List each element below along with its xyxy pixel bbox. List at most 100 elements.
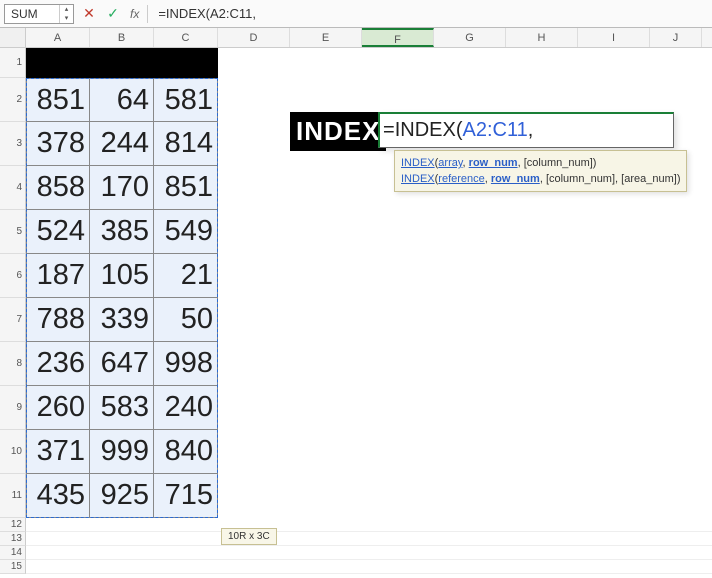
- cell[interactable]: 581: [154, 78, 218, 122]
- select-all-corner[interactable]: [0, 28, 26, 47]
- cell[interactable]: 851: [154, 166, 218, 210]
- cell[interactable]: 50: [154, 298, 218, 342]
- cell[interactable]: 998: [154, 342, 218, 386]
- cell[interactable]: 549: [154, 210, 218, 254]
- stepper-up-icon[interactable]: ▴: [60, 5, 73, 14]
- empty-row[interactable]: [26, 546, 712, 560]
- col-header-B[interactable]: B: [90, 28, 154, 47]
- cell[interactable]: 240: [154, 386, 218, 430]
- row-header-11[interactable]: 11: [0, 474, 26, 518]
- cell[interactable]: 814: [154, 122, 218, 166]
- cell[interactable]: 371: [26, 430, 90, 474]
- col-header-A[interactable]: A: [26, 28, 90, 47]
- tooltip-arg: [area_num]: [621, 173, 677, 185]
- cell[interactable]: 435: [26, 474, 90, 518]
- row-header-4[interactable]: 4: [0, 166, 26, 210]
- name-box-value: SUM: [11, 7, 38, 21]
- row-header-14[interactable]: 14: [0, 546, 26, 560]
- col-header-I[interactable]: I: [578, 28, 650, 47]
- formula-text: =: [383, 119, 395, 142]
- tooltip-arg-current[interactable]: row_num: [491, 173, 540, 185]
- table-row: 435925715: [26, 474, 218, 518]
- cell[interactable]: 244: [90, 122, 154, 166]
- name-box-stepper[interactable]: ▴ ▾: [59, 5, 73, 23]
- cell[interactable]: 647: [90, 342, 154, 386]
- tooltip-fn-link[interactable]: INDEX: [401, 173, 435, 185]
- cell[interactable]: 187: [26, 254, 90, 298]
- col-header-F[interactable]: F: [362, 28, 434, 47]
- header-fill: [26, 48, 218, 78]
- name-box[interactable]: SUM ▴ ▾: [4, 4, 74, 24]
- cell[interactable]: 840: [154, 430, 218, 474]
- row-header-12[interactable]: 12: [0, 518, 26, 532]
- cell[interactable]: 378: [26, 122, 90, 166]
- cell[interactable]: 385: [90, 210, 154, 254]
- tooltip-arg: [column_num]: [524, 157, 593, 169]
- spreadsheet-grid: A B C D E F G H I J 1 2 3 4 5 6 7 8 9 10…: [0, 28, 712, 578]
- cell[interactable]: 583: [90, 386, 154, 430]
- cancel-icon: ✕: [83, 5, 95, 22]
- formula-text: (: [456, 119, 463, 142]
- cell[interactable]: 170: [90, 166, 154, 210]
- cell[interactable]: 858: [26, 166, 90, 210]
- formula-bar: SUM ▴ ▾ ✕ ✓ fx =INDEX(A2:C11,: [0, 0, 712, 28]
- cell[interactable]: 788: [26, 298, 90, 342]
- table-row: 378244814: [26, 122, 218, 166]
- tooltip-fn-link[interactable]: INDEX: [401, 157, 435, 169]
- cell[interactable]: 105: [90, 254, 154, 298]
- col-header-G[interactable]: G: [434, 28, 506, 47]
- row-header-10[interactable]: 10: [0, 430, 26, 474]
- divider: [147, 5, 148, 23]
- col-header-J[interactable]: J: [650, 28, 702, 47]
- tooltip-line: INDEX(array, row_num, [column_num]): [401, 155, 680, 171]
- cell[interactable]: 524: [26, 210, 90, 254]
- cell[interactable]: 339: [90, 298, 154, 342]
- row-header-5[interactable]: 5: [0, 210, 26, 254]
- accept-formula-button[interactable]: ✓: [104, 5, 122, 23]
- formula-input[interactable]: =INDEX(A2:C11,: [154, 6, 708, 21]
- row-header-6[interactable]: 6: [0, 254, 26, 298]
- tooltip-arg[interactable]: array: [438, 157, 462, 169]
- col-header-H[interactable]: H: [506, 28, 578, 47]
- table-row: 371999840: [26, 430, 218, 474]
- function-tooltip: INDEX(array, row_num, [column_num]) INDE…: [394, 150, 687, 192]
- cell[interactable]: 851: [26, 78, 90, 122]
- col-header-E[interactable]: E: [290, 28, 362, 47]
- table-row: 524385549: [26, 210, 218, 254]
- cell[interactable]: 925: [90, 474, 154, 518]
- cancel-formula-button[interactable]: ✕: [80, 5, 98, 23]
- row-header-8[interactable]: 8: [0, 342, 26, 386]
- index-badge: INDEX: [290, 112, 386, 151]
- row-header-1[interactable]: 1: [0, 48, 26, 78]
- column-header-row: A B C D E F G H I J: [0, 28, 712, 48]
- active-cell-formula[interactable]: =INDEX(A2:C11,: [378, 112, 674, 148]
- cell[interactable]: 715: [154, 474, 218, 518]
- check-icon: ✓: [107, 5, 119, 22]
- cell[interactable]: 260: [26, 386, 90, 430]
- row-header-15[interactable]: 15: [0, 560, 26, 574]
- formula-range-ref: A2:C11: [462, 119, 527, 142]
- empty-row[interactable]: [26, 532, 712, 546]
- data-table: 85164581 378244814 858170851 524385549 1…: [26, 78, 218, 518]
- selection-size-tooltip: 10R x 3C: [221, 528, 277, 545]
- tooltip-arg-current[interactable]: row_num: [469, 157, 518, 169]
- col-header-C[interactable]: C: [154, 28, 218, 47]
- stepper-down-icon[interactable]: ▾: [60, 14, 73, 23]
- row-header-2[interactable]: 2: [0, 78, 26, 122]
- cell[interactable]: 64: [90, 78, 154, 122]
- row-header-7[interactable]: 7: [0, 298, 26, 342]
- table-row: 260583240: [26, 386, 218, 430]
- empty-row[interactable]: [26, 518, 712, 532]
- col-header-D[interactable]: D: [218, 28, 290, 47]
- cell[interactable]: 21: [154, 254, 218, 298]
- row-header-9[interactable]: 9: [0, 386, 26, 430]
- formula-text: INDEX: [395, 119, 456, 142]
- cell[interactable]: 236: [26, 342, 90, 386]
- empty-row[interactable]: [26, 560, 712, 574]
- table-row: 858170851: [26, 166, 218, 210]
- tooltip-arg[interactable]: reference: [438, 173, 484, 185]
- row-header-3[interactable]: 3: [0, 122, 26, 166]
- row-header-13[interactable]: 13: [0, 532, 26, 546]
- tooltip-arg: [column_num]: [546, 173, 615, 185]
- cell[interactable]: 999: [90, 430, 154, 474]
